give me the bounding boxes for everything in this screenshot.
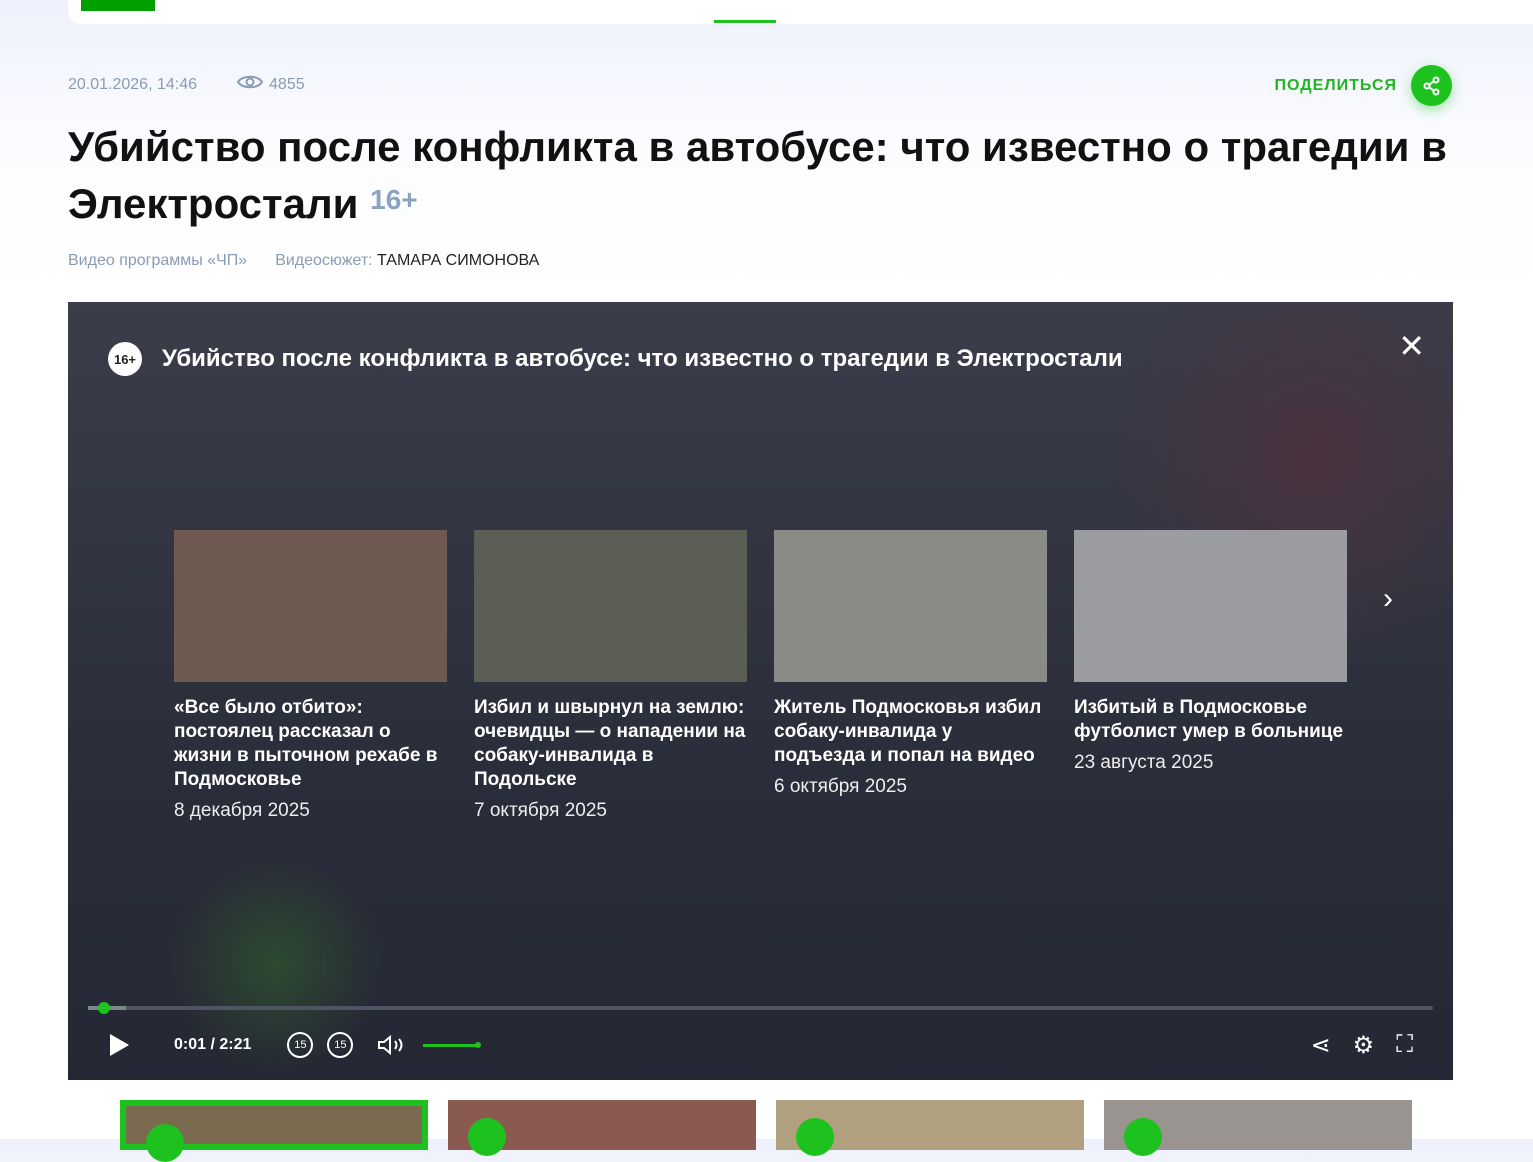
playlist-item[interactable] [120, 1100, 428, 1162]
close-icon[interactable]: ✕ [1398, 330, 1425, 362]
related-video-title[interactable]: Избил и швырнул на землю: очевидцы — о н… [474, 696, 747, 792]
playlist-item[interactable] [1104, 1100, 1412, 1156]
play-icon[interactable] [468, 1118, 506, 1156]
publish-date: 20.01.2026, 14:46 [68, 75, 198, 93]
forward-15-icon[interactable]: 15 [327, 1032, 354, 1058]
age-rating: 16+ [370, 184, 418, 215]
progress-handle[interactable] [98, 1002, 110, 1014]
share-icon[interactable]: ⋖ [1311, 1031, 1331, 1060]
eye-icon [236, 74, 264, 95]
site-header [68, 0, 1533, 24]
related-videos: «Все было отбито»: постоялец рассказал о… [174, 530, 1347, 822]
chevron-right-icon[interactable]: › [1383, 582, 1393, 616]
related-video-date: 7 октября 2025 [474, 800, 607, 821]
related-video-card[interactable]: «Все было отбито»: постоялец рассказал о… [174, 530, 447, 822]
related-video-card[interactable]: Избитый в Подмосковье футболист умер в б… [1074, 530, 1347, 822]
video-thumbnail[interactable] [1074, 530, 1347, 682]
player-controls: 0:01 / 2:21 15 15 ⋖ ⚙ ⛶ [108, 1030, 1413, 1060]
play-icon[interactable] [108, 1033, 130, 1057]
play-icon[interactable] [1124, 1118, 1162, 1156]
related-video-card[interactable]: Житель Подмосковья избил собаку-инвалида… [774, 530, 1047, 822]
related-video-title[interactable]: «Все было отбито»: постоялец рассказал о… [174, 696, 447, 792]
related-video-date: 6 октября 2025 [774, 776, 907, 797]
related-video-date: 23 августа 2025 [1074, 752, 1214, 773]
settings-gear-icon[interactable]: ⚙ [1353, 1031, 1375, 1060]
active-nav-indicator [714, 20, 776, 23]
play-icon[interactable] [796, 1118, 834, 1156]
video-thumbnail[interactable] [174, 530, 447, 682]
share-label: ПОДЕЛИТЬСЯ [1274, 76, 1397, 94]
article-tags: Видео программы «ЧП» Видеосюжет: ТАМАРА … [68, 252, 539, 270]
view-count: 4855 [269, 75, 305, 93]
video-thumbnail[interactable] [774, 530, 1047, 682]
player-title: 16+ Убийство после конфликта в автобусе:… [108, 342, 1123, 376]
story-link[interactable]: Видеосюжет: ТАМАРА СИМОНОВА [275, 252, 539, 270]
share-button[interactable]: ПОДЕЛИТЬСЯ [1275, 65, 1452, 106]
rewind-15-icon[interactable]: 15 [287, 1032, 314, 1058]
time-display: 0:01 / 2:21 [174, 1036, 252, 1053]
volume-slider[interactable] [423, 1041, 482, 1048]
share-icon [1411, 65, 1452, 106]
play-icon[interactable] [146, 1124, 184, 1162]
playlist-item[interactable] [776, 1100, 1084, 1156]
article-meta: 20.01.2026, 14:46 4855 [68, 74, 305, 95]
video-thumbnail[interactable] [474, 530, 747, 682]
related-video-title[interactable]: Житель Подмосковья избил собаку-инвалида… [774, 696, 1047, 768]
article-title: Убийство после конфликта в автобусе: что… [68, 123, 1447, 227]
related-video-date: 8 декабря 2025 [174, 800, 310, 821]
related-video-card[interactable]: Избил и швырнул на землю: очевидцы — о н… [474, 530, 747, 822]
player-age-badge: 16+ [108, 342, 142, 376]
site-logo[interactable] [81, 0, 155, 11]
progress-bar[interactable] [88, 1002, 1433, 1014]
related-video-title[interactable]: Избитый в Подмосковье футболист умер в б… [1074, 696, 1347, 744]
volume-icon[interactable] [377, 1034, 407, 1056]
player-title-text: Убийство после конфликта в автобусе: что… [162, 345, 1123, 372]
video-playlist [120, 1100, 1412, 1162]
fullscreen-icon[interactable]: ⛶ [1396, 1031, 1413, 1060]
video-player[interactable]: 16+ Убийство после конфликта в автобусе:… [68, 302, 1453, 1080]
program-link[interactable]: Видео программы «ЧП» [68, 252, 247, 270]
playlist-item[interactable] [448, 1100, 756, 1156]
